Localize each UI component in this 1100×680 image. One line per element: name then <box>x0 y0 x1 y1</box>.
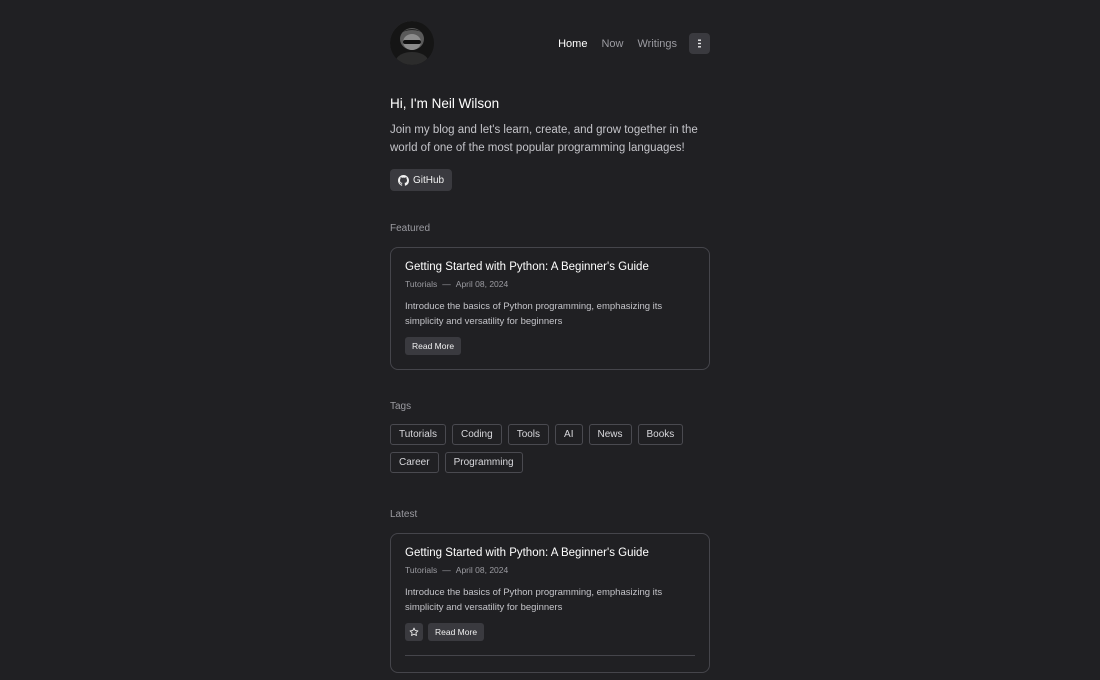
tag-ai[interactable]: AI <box>555 424 583 445</box>
post-category[interactable]: Tutorials <box>405 565 437 575</box>
star-icon <box>409 627 419 636</box>
nav-home[interactable]: Home <box>558 34 587 54</box>
tag-programming[interactable]: Programming <box>444 452 523 473</box>
card-divider <box>405 655 695 656</box>
main-nav: Home Now Writings <box>544 33 710 54</box>
site-header: Home Now Writings <box>390 0 710 88</box>
hero-title: Hi, I'm Neil Wilson <box>390 96 500 111</box>
tag-books[interactable]: Books <box>637 424 684 445</box>
nav-writings[interactable]: Writings <box>637 34 677 54</box>
tag-tools[interactable]: Tools <box>507 424 550 445</box>
post-actions: Read More <box>405 623 695 641</box>
latest-heading: Latest <box>390 509 418 520</box>
post-date: April 08, 2024 <box>455 565 509 575</box>
tag-tutorials[interactable]: Tutorials <box>390 424 446 445</box>
tags-heading: Tags <box>390 401 412 412</box>
post-title[interactable]: Getting Started with Python: A Beginner'… <box>405 259 695 275</box>
post-meta: Tutorials — April 08, 2024 <box>405 564 695 576</box>
meta-separator: — <box>442 279 451 289</box>
post-meta: Tutorials — April 08, 2024 <box>405 278 695 290</box>
tag-list: Tutorials Coding Tools AI News Books Car… <box>390 424 710 480</box>
page: Home Now Writings Hi, I'm Neil Wilson Jo… <box>390 0 710 673</box>
menu-icon <box>698 39 701 48</box>
post-actions: Read More <box>405 337 695 355</box>
hero-description: Join my blog and let's learn, create, an… <box>390 124 698 154</box>
tag-news[interactable]: News <box>588 424 632 445</box>
star-button[interactable] <box>405 623 423 641</box>
read-more-button[interactable]: Read More <box>405 337 462 355</box>
read-more-button[interactable]: Read More <box>428 623 485 641</box>
post-date: April 08, 2024 <box>455 279 509 289</box>
hero-section: Hi, I'm Neil Wilson Join my blog and let… <box>390 95 710 191</box>
avatar[interactable] <box>390 21 434 65</box>
post-category[interactable]: Tutorials <box>405 279 437 289</box>
github-label: GitHub <box>413 174 445 186</box>
meta-separator: — <box>442 565 451 575</box>
tag-career[interactable]: Career <box>390 452 439 473</box>
tag-coding[interactable]: Coding <box>451 424 502 445</box>
featured-post-card[interactable]: Getting Started with Python: A Beginner'… <box>390 247 710 370</box>
nav-now[interactable]: Now <box>601 34 623 54</box>
post-description: Introduce the basics of Python programmi… <box>405 301 663 327</box>
github-icon <box>398 174 409 186</box>
avatar-image <box>390 21 434 65</box>
latest-post-card[interactable]: Getting Started with Python: A Beginner'… <box>390 533 710 673</box>
github-button[interactable]: GitHub <box>390 169 453 191</box>
post-title[interactable]: Getting Started with Python: A Beginner'… <box>405 545 695 561</box>
post-description: Introduce the basics of Python programmi… <box>405 587 663 613</box>
menu-button[interactable] <box>689 33 710 54</box>
featured-heading: Featured <box>390 223 431 234</box>
